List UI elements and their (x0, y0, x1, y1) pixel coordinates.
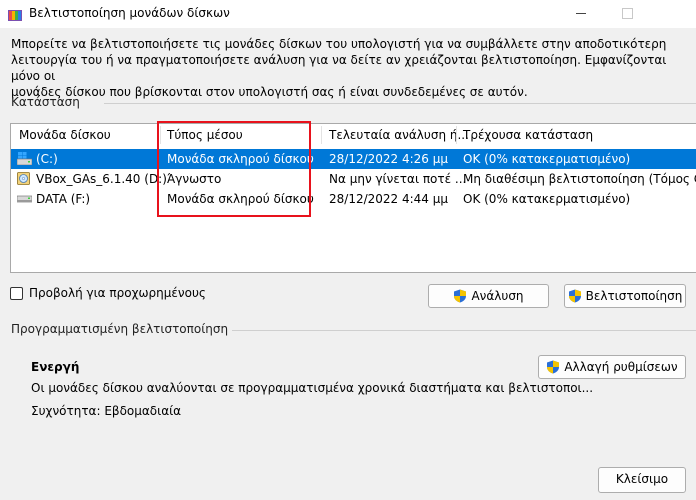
schedule-frequency: Συχνότητα: Εβδομαδιαία (31, 404, 182, 418)
last-run: 28/12/2022 4:26 μμ (329, 152, 449, 166)
advanced-view-checkbox[interactable] (10, 287, 23, 300)
change-settings-label: Αλλαγή ρυθμίσεων (564, 360, 678, 374)
current-status: OK (0% κατακερματισμένο) (463, 152, 631, 166)
schedule-description: Οι μονάδες δίσκου αναλύονται σε προγραμμ… (31, 381, 594, 395)
drive-name: DATA (F:) (36, 192, 91, 206)
status-divider (104, 103, 696, 104)
drive-name: VBox_GAs_6.1.40 (D:) (36, 172, 167, 186)
status-section-label: Κατάσταση (11, 95, 80, 109)
uac-shield-icon (547, 360, 560, 374)
current-status: Μη διαθέσιμη βελτιστοποίηση (Τόμος CD-R (463, 172, 696, 186)
cd-drive-icon (17, 172, 30, 185)
last-run: Να μην γίνεται ποτέ ... (329, 172, 467, 186)
hard-drive-icon (17, 195, 32, 203)
column-current-status[interactable]: Τρέχουσα κατάσταση (463, 128, 593, 142)
drives-list[interactable]: Μονάδα δίσκου Τύπος μέσου Τελευταία ανάλ… (10, 123, 696, 273)
column-last-run[interactable]: Τελευταία ανάλυση ή... (329, 128, 469, 142)
uac-shield-icon (454, 289, 467, 303)
description-text: Μπορείτε να βελτιστοποιήσετε τις μονάδες… (11, 37, 667, 99)
drive-name: (C:) (36, 152, 58, 166)
window-title: Βελτιστοποίηση μονάδων δίσκων (29, 6, 230, 20)
minimize-icon (576, 12, 586, 14)
uac-shield-icon (568, 289, 581, 303)
optimize-button-label: Βελτιστοποίηση (585, 289, 683, 303)
scheduled-section-label: Προγραμματισμένη βελτιστοποίηση (11, 322, 229, 336)
list-header: Μονάδα δίσκου Τύπος μέσου Τελευταία ανάλ… (11, 124, 696, 146)
current-status: OK (0% κατακερματισμένο) (463, 192, 631, 206)
analyze-button[interactable]: Ανάλυση (428, 284, 549, 308)
table-row[interactable]: VBox_GAs_6.1.40 (D:) Άγνωστο Να μην γίνε… (11, 169, 696, 189)
optimize-button[interactable]: Βελτιστοποίηση (564, 284, 686, 308)
schedule-state: Ενεργή (31, 360, 80, 374)
scheduled-divider (232, 330, 696, 331)
maximize-button (604, 0, 650, 28)
footer (0, 456, 696, 500)
maximize-icon (621, 7, 633, 19)
analyze-button-label: Ανάλυση (471, 289, 524, 303)
close-button[interactable]: Κλείσιμο (598, 467, 686, 493)
table-row[interactable]: (C:) Μονάδα σκληρού δίσκου 28/12/2022 4:… (11, 149, 696, 169)
last-run: 28/12/2022 4:44 μμ (329, 192, 449, 206)
column-separator (456, 126, 457, 144)
column-drive[interactable]: Μονάδα δίσκου (19, 128, 111, 142)
minimize-button[interactable] (558, 0, 604, 28)
advanced-view-label[interactable]: Προβολή για προχωρημένους (29, 286, 206, 300)
column-separator (321, 126, 322, 144)
defrag-app-icon (8, 10, 22, 21)
highlight-annotation-box (157, 121, 311, 217)
change-settings-button[interactable]: Αλλαγή ρυθμίσεων (538, 355, 686, 379)
windows-drive-icon (17, 152, 32, 165)
table-row[interactable]: DATA (F:) Μονάδα σκληρού δίσκου 28/12/20… (11, 189, 696, 209)
title-bar: Βελτιστοποίηση μονάδων δίσκων (0, 0, 696, 28)
